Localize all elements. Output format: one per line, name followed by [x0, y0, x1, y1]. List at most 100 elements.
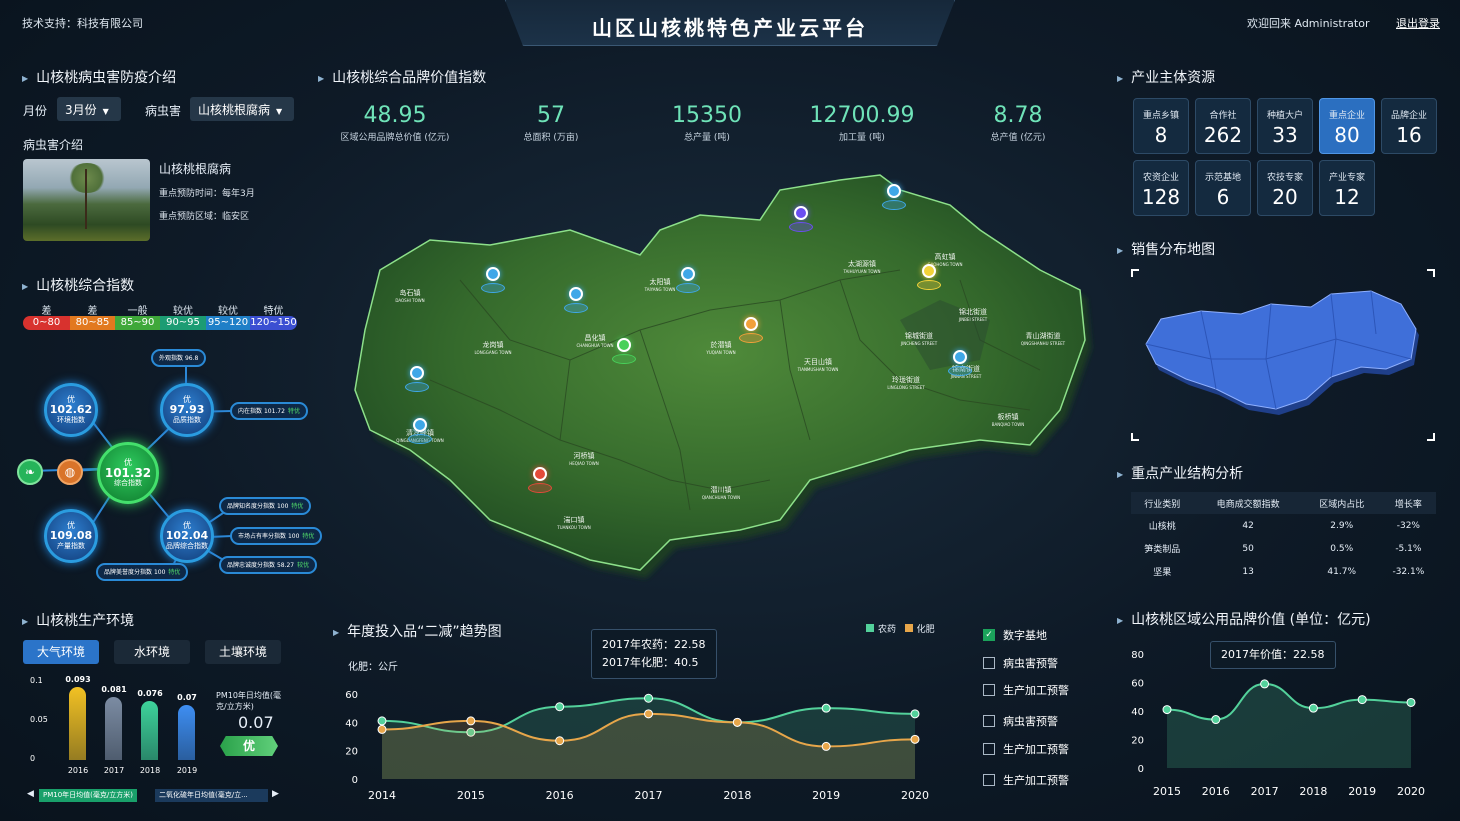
bar[interactable]	[69, 687, 86, 760]
bar[interactable]	[178, 705, 195, 760]
tab-air[interactable]: 大气环境	[23, 640, 99, 664]
trend-tooltip: 2017年农药：22.58 2017年化肥：40.5	[591, 629, 717, 679]
table-cell: 坚果	[1153, 568, 1172, 578]
data-point[interactable]	[732, 717, 742, 727]
y-tick-label: 0.05	[30, 715, 48, 724]
table-cell: 0.5%	[1330, 543, 1354, 554]
pest-section-title: ▶ 山核桃病虫害防疫介绍	[22, 67, 176, 87]
data-point[interactable]	[377, 724, 387, 734]
layer-toggle[interactable]: ✓ 数字基地	[983, 627, 1047, 643]
legend-fertilizer-swatch	[904, 624, 913, 632]
data-point[interactable]	[1406, 697, 1416, 707]
tab-soil[interactable]: 土壤环境	[205, 640, 281, 664]
product-index-node[interactable]: 优 109.08 产量指数	[44, 509, 98, 563]
layer-toggle[interactable]: 病虫害预警	[983, 713, 1058, 729]
data-point[interactable]	[1357, 695, 1367, 705]
data-point[interactable]	[1211, 715, 1221, 725]
town-name: 锦北街道	[959, 308, 987, 316]
town-name: 青山湖街道	[1025, 332, 1061, 340]
env-index-node[interactable]: 优 102.62 环境指数	[44, 383, 98, 437]
pin-marker-icon	[922, 264, 936, 278]
section-arrow-icon: ▶	[22, 616, 29, 626]
resource-card[interactable]: 农技专家 20	[1257, 160, 1313, 216]
logout-link[interactable]: 退出登录	[1396, 15, 1440, 31]
data-point[interactable]	[555, 736, 565, 746]
data-point[interactable]	[377, 716, 387, 726]
map-pin[interactable]	[917, 264, 941, 292]
month-select[interactable]: 3月份 ▼	[57, 97, 121, 121]
carousel-item-so2[interactable]: 二氧化硫年日均值(毫克/立...	[155, 789, 268, 802]
map-pin[interactable]	[739, 317, 763, 345]
pest-select[interactable]: 山核桃根腐病 ▼	[190, 97, 294, 121]
resource-card[interactable]: 重点乡镇 8	[1133, 98, 1189, 154]
loyalty-index-pill[interactable]: 品牌忠诚度分指数 58.27 较优	[219, 556, 318, 574]
data-point[interactable]	[821, 703, 831, 713]
data-point[interactable]	[644, 709, 653, 719]
layer-toggle[interactable]: 生产加工预警	[983, 682, 1069, 698]
awareness-index-pill[interactable]: 品牌知名度分指数 100 特优	[219, 497, 312, 515]
resource-card[interactable]: 示范基地 6	[1195, 160, 1251, 216]
brand-chart-title-text: 山核桃区域公用品牌价值 (单位：亿元)	[1131, 612, 1371, 628]
carousel-prev-icon[interactable]: ◀	[27, 789, 34, 799]
region-map[interactable]	[340, 160, 1100, 620]
carousel-next-icon[interactable]: ▶	[272, 789, 279, 799]
quality-index-node[interactable]: 优 97.93 品质指数	[160, 383, 214, 437]
resource-card[interactable]: 农资企业 128	[1133, 160, 1189, 216]
bar[interactable]	[105, 696, 122, 760]
map-pin[interactable]	[405, 366, 429, 394]
market-index-pill[interactable]: 市场占有率分指数 100 特优	[230, 527, 323, 545]
kpi-label: 总面积 (万亩)	[523, 133, 579, 143]
checkbox-icon	[983, 774, 995, 786]
map-pin[interactable]	[676, 267, 700, 295]
pin-marker-icon	[569, 287, 583, 301]
map-pin[interactable]	[789, 206, 813, 234]
resource-card[interactable]: 种植大户 33	[1257, 98, 1313, 154]
map-pin[interactable]	[408, 418, 432, 446]
map-pin[interactable]	[564, 287, 588, 315]
data-point[interactable]	[1162, 705, 1172, 715]
data-point[interactable]	[910, 734, 920, 744]
map-pin[interactable]	[948, 350, 972, 378]
bar[interactable]	[141, 700, 158, 760]
map-pin[interactable]	[528, 467, 552, 495]
table-row[interactable]: 坚果 13 41.7% -32.1%	[1131, 560, 1436, 583]
map-pin[interactable]	[481, 267, 505, 295]
y-tick-label: 0	[30, 754, 36, 763]
leaf-icon[interactable]: ❧	[17, 459, 43, 485]
x-tick-label: 2015	[1153, 785, 1181, 798]
resource-card[interactable]: 产业专家 12	[1319, 160, 1375, 216]
map-pin[interactable]	[612, 338, 636, 366]
pin-base-icon	[481, 283, 505, 293]
layer-toggle[interactable]: 生产加工预警	[983, 772, 1069, 788]
layer-toggle[interactable]: 病虫害预警	[983, 655, 1058, 671]
resource-label: 种植大户	[1266, 111, 1303, 121]
map-town-label: 太湖源镇 TAIHUYUAN TOWN	[832, 260, 892, 276]
walnut-icon[interactable]: ◍	[57, 459, 83, 485]
sales-map[interactable]	[1131, 269, 1435, 441]
resource-card[interactable]: 合作社 262	[1195, 98, 1251, 154]
table-header-cell: 电商成交额指数	[1193, 492, 1303, 514]
appearance-index-pill[interactable]: 外观指数 96.8	[151, 349, 207, 367]
layer-toggle[interactable]: 生产加工预警	[983, 741, 1069, 757]
tab-water[interactable]: 水环境	[114, 640, 190, 664]
resource-card[interactable]: 品牌企业 16	[1381, 98, 1437, 154]
town-name: 岛石镇	[399, 289, 421, 297]
trend-chart[interactable]: 60 40 20 0 2014 2015 2016 2017 2018 2019 2020	[340, 680, 940, 805]
resource-card[interactable]: 重点企业 80	[1319, 98, 1375, 154]
reputation-index-pill[interactable]: 品牌美誉度分指数 100 特优	[96, 563, 189, 581]
table-row[interactable]: 山核桃 42 2.9% -32%	[1131, 514, 1436, 537]
map-pin[interactable]	[882, 184, 906, 212]
data-point[interactable]	[1260, 679, 1270, 689]
composite-index-node[interactable]: 优 101.32 综合指数	[97, 442, 159, 504]
data-point[interactable]	[466, 716, 476, 726]
data-point[interactable]	[555, 702, 565, 712]
table-row[interactable]: 笋类制品 50 0.5% -5.1%	[1131, 537, 1436, 560]
data-point[interactable]	[910, 709, 920, 719]
data-point[interactable]	[1308, 703, 1318, 713]
data-point[interactable]	[821, 741, 831, 751]
inner-index-pill[interactable]: 内在指数 101.72 特优	[230, 402, 308, 420]
y-tick-label: 0	[352, 775, 358, 786]
data-point[interactable]	[644, 693, 653, 703]
carousel-item-pm10[interactable]: PM10年日均值(毫克/立方米)	[39, 789, 137, 802]
brand-index-node[interactable]: 优 102.04 品牌综合指数	[160, 509, 214, 563]
